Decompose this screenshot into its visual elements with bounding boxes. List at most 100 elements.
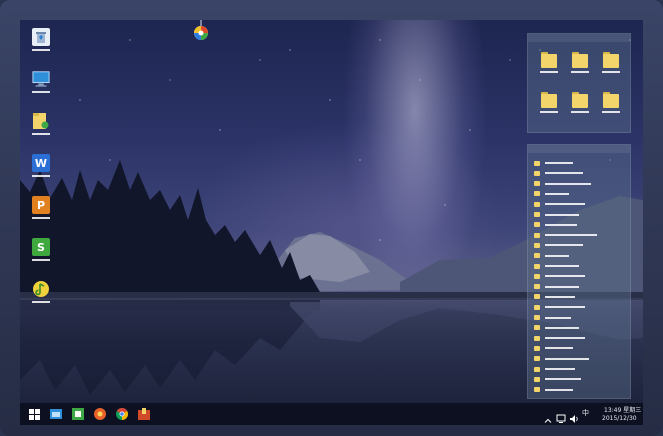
folder-icon	[534, 253, 540, 259]
clock[interactable]: 13:49 星期三 2015/12/30	[598, 406, 641, 422]
wps-writer-icon: W	[32, 154, 50, 172]
taskbar-app-chrome[interactable]	[114, 406, 130, 422]
desktop-icon-recycle-bin[interactable]	[30, 28, 52, 56]
fence-folder-list[interactable]	[527, 144, 631, 399]
wps-spreadsheet-icon: S	[32, 238, 50, 256]
list-item-label	[545, 388, 573, 391]
list-item-label	[545, 172, 583, 175]
list-item-label	[545, 347, 573, 350]
network-icon[interactable]	[556, 409, 566, 423]
fence-folder[interactable]	[571, 52, 589, 73]
folder-label	[571, 71, 589, 73]
fence-folder[interactable]	[602, 52, 620, 73]
list-item[interactable]	[534, 284, 579, 290]
list-item-label	[545, 254, 569, 257]
list-item[interactable]	[534, 366, 575, 372]
file-explorer-icon	[50, 409, 62, 419]
media-player-icon	[32, 280, 50, 298]
desktop-icon-wps-writer[interactable]: W	[30, 154, 52, 182]
list-item[interactable]	[534, 222, 577, 228]
fence-folders[interactable]	[527, 33, 631, 133]
folder-icon	[534, 263, 540, 269]
icon-label	[32, 133, 50, 135]
list-item[interactable]	[534, 294, 575, 300]
folder-icon	[534, 170, 540, 176]
list-item[interactable]	[534, 253, 569, 259]
taskbar-app-media-center[interactable]	[70, 406, 86, 422]
taskbar-app-qihoo-browser[interactable]	[92, 406, 108, 422]
folder-label	[602, 71, 620, 73]
list-item[interactable]	[534, 345, 573, 351]
desktop-icon-user-folder[interactable]	[30, 112, 52, 140]
folder-icon	[534, 222, 540, 228]
fence-folder[interactable]	[571, 92, 589, 113]
pinned-app-icon[interactable]	[193, 20, 209, 42]
folder-icon	[534, 232, 540, 238]
fence-title-bar[interactable]	[528, 145, 630, 153]
folder-icon	[534, 325, 540, 331]
list-item-label	[545, 316, 571, 319]
desktop-icon-wps-presentation[interactable]: P	[30, 196, 52, 224]
fence-folder[interactable]	[602, 92, 620, 113]
clock-date: 2015/12/30	[602, 415, 637, 422]
desktop-icon-computer[interactable]	[30, 70, 52, 98]
list-item[interactable]	[534, 315, 571, 321]
volume-icon[interactable]	[569, 409, 579, 423]
list-item[interactable]	[534, 335, 585, 341]
taskbar-app-file-explorer[interactable]	[48, 406, 64, 422]
folder-icon	[534, 387, 540, 393]
folder-icon	[534, 356, 540, 362]
input-method-indicator[interactable]: 中	[582, 410, 589, 417]
list-item-label	[545, 368, 575, 370]
folder-label	[571, 111, 589, 113]
list-item[interactable]	[534, 170, 583, 176]
wps-presentation-icon: P	[32, 196, 50, 214]
desktop-icon-wps-spreadsheet[interactable]: S	[30, 238, 52, 266]
desktop[interactable]: W P S 中 13:49 星期三 2015/12/30	[20, 20, 643, 425]
list-item[interactable]	[534, 273, 585, 279]
list-item[interactable]	[534, 263, 579, 269]
list-item[interactable]	[534, 191, 569, 197]
list-item-label	[545, 234, 597, 237]
list-item[interactable]	[534, 356, 589, 362]
list-item[interactable]	[534, 212, 579, 218]
list-item-label	[545, 244, 583, 247]
list-item-label	[545, 192, 569, 195]
computer-icon	[32, 70, 50, 88]
monitor-frame: W P S 中 13:49 星期三 2015/12/30	[0, 0, 663, 436]
icon-label	[32, 217, 50, 219]
list-item-label	[545, 213, 579, 216]
start-button[interactable]	[26, 406, 42, 422]
list-item[interactable]	[534, 325, 579, 331]
list-item-label	[545, 295, 575, 298]
folder-label	[540, 71, 558, 73]
list-item[interactable]	[534, 160, 573, 166]
list-item[interactable]	[534, 376, 581, 382]
list-item-label	[545, 182, 591, 185]
list-item-label	[545, 223, 577, 226]
folder-icon	[534, 212, 540, 217]
list-item[interactable]	[534, 242, 583, 248]
folder-icon	[534, 284, 540, 290]
folder-icon	[534, 345, 540, 351]
list-item[interactable]	[534, 304, 585, 310]
taskbar-app-archive[interactable]	[136, 406, 152, 422]
list-item[interactable]	[534, 181, 591, 187]
icon-label	[32, 91, 50, 93]
fence-title-bar[interactable]	[528, 34, 630, 42]
fence-folder[interactable]	[540, 52, 558, 73]
folder-icon	[534, 191, 540, 197]
list-item[interactable]	[534, 201, 585, 207]
list-item[interactable]	[534, 387, 573, 393]
media-center-icon	[72, 408, 84, 420]
folder-icon	[534, 294, 540, 300]
folder-icon	[534, 242, 540, 248]
desktop-icon-media-player[interactable]	[30, 280, 52, 308]
fence-folder[interactable]	[540, 92, 558, 113]
list-item-label	[545, 306, 585, 309]
list-item[interactable]	[534, 232, 597, 238]
tray-overflow-chevron-up-icon[interactable]	[544, 410, 552, 423]
taskbar: 中 13:49 星期三 2015/12/30	[20, 403, 643, 425]
folder-icon	[534, 335, 540, 341]
clock-time: 13:49	[604, 407, 622, 414]
